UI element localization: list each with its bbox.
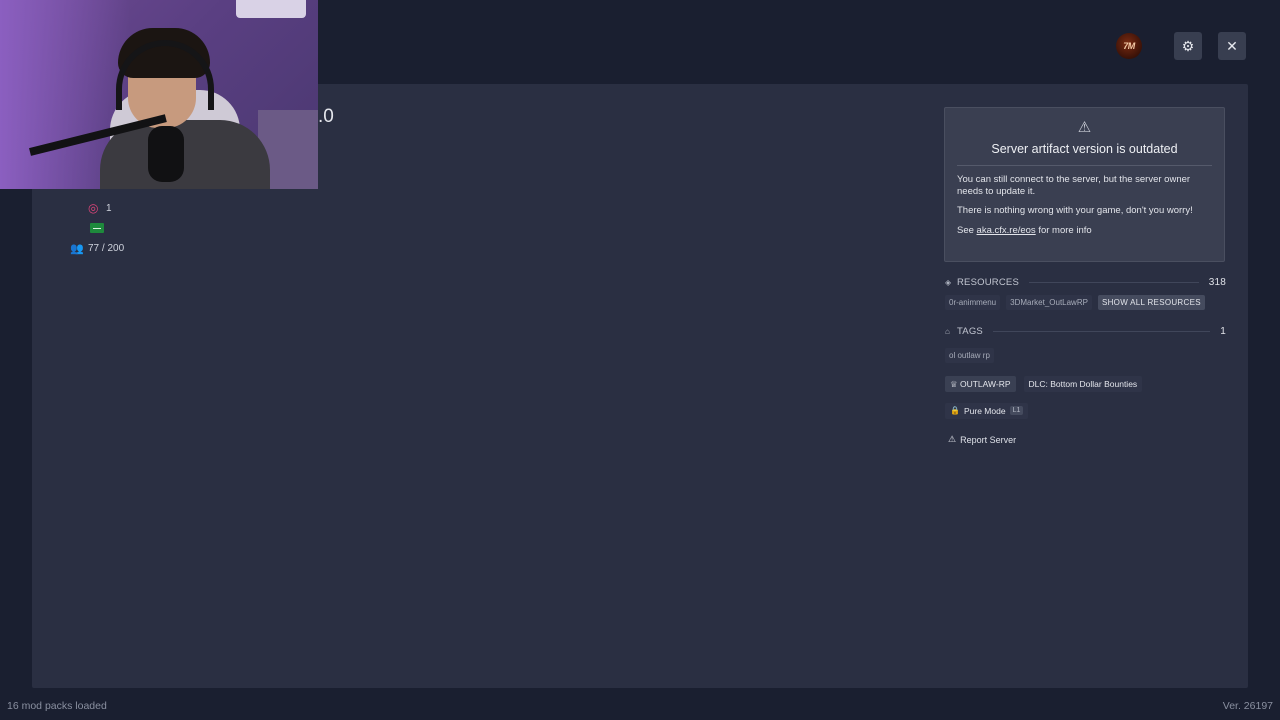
boost-icon: ◎ [88, 201, 99, 215]
project-badge: ♕ OUTLAW-RP [945, 376, 1016, 392]
outdated-warning-card: ⚠ Server artifact version is outdated Yo… [944, 107, 1225, 262]
pure-mode-row: 🔒 Pure Mode L1 [945, 400, 1029, 419]
tags-header: ⌂ TAGS 1 [945, 326, 1226, 337]
mod-packs-status: 16 mod packs loaded [7, 700, 107, 712]
resources-count: 318 [1208, 277, 1226, 288]
warning-small-icon: ⚠ [948, 434, 957, 444]
server-badges: ♕ OUTLAW-RP DLC: Bottom Dollar Bounties [945, 376, 1143, 392]
tag-chip: ol outlaw rp [945, 348, 994, 363]
close-button[interactable]: ✕ [1218, 32, 1246, 60]
boost-row: ◎ 1 [70, 198, 124, 218]
tags-list: ol outlaw rp [945, 345, 1000, 363]
players-row: 👥 77 / 200 [70, 238, 124, 258]
settings-button[interactable]: ⚙ [1174, 32, 1202, 60]
tag-icon: ⌂ [945, 327, 951, 336]
report-server-button[interactable]: ⚠ Report Server [948, 434, 1016, 445]
resources-list: 0r-animmenu 3DMarket_OutLawRP SHOW ALL R… [945, 295, 1211, 310]
server-title: .0 [318, 106, 334, 127]
gear-icon: ⚙ [1181, 37, 1195, 54]
show-all-resources-button[interactable]: SHOW ALL RESOURCES [1097, 295, 1205, 310]
close-icon: ✕ [1226, 37, 1238, 54]
resources-header: ◈ RESOURCES 318 [945, 277, 1226, 288]
user-avatar[interactable]: 7M [1116, 33, 1142, 59]
lock-icon: 🔒 [950, 406, 960, 415]
warning-icon: ⚠ [1077, 119, 1092, 136]
player-count: 77 / 200 [88, 242, 125, 254]
warning-title: Server artifact version is outdated [957, 142, 1212, 166]
layers-icon: ◈ [945, 278, 952, 287]
top-actions: 7M ⚙ ✕ [1116, 32, 1246, 60]
warning-text-1: You can still connect to the server, but… [957, 174, 1191, 197]
webcam-overlay [0, 0, 318, 189]
resource-chip: 0r-animmenu [945, 295, 1001, 310]
server-meta: ◎ 1 👥 77 / 200 [70, 198, 124, 258]
version-label: Ver. 26197 [1222, 700, 1273, 712]
dlc-badge: DLC: Bottom Dollar Bounties [1023, 376, 1143, 392]
resources-label: RESOURCES [957, 277, 1019, 288]
pure-mode-badge: 🔒 Pure Mode L1 [945, 402, 1029, 419]
tags-label: TAGS [957, 326, 983, 337]
eos-link[interactable]: aka.cfx.re/eos [977, 225, 1036, 236]
flag-icon [90, 223, 104, 233]
boost-count: 1 [106, 202, 112, 214]
tags-count: 1 [1220, 326, 1226, 337]
resource-chip: 3DMarket_OutLawRP [1006, 295, 1092, 310]
players-icon: 👥 [70, 242, 84, 255]
crown-icon: ♕ [950, 379, 960, 389]
warning-text-2: There is nothing wrong with your game, d… [957, 205, 1193, 216]
locale-row [70, 218, 124, 238]
warning-text-3: See aka.cfx.re/eos for more info [957, 224, 1092, 236]
pure-mode-level: L1 [1009, 406, 1024, 415]
